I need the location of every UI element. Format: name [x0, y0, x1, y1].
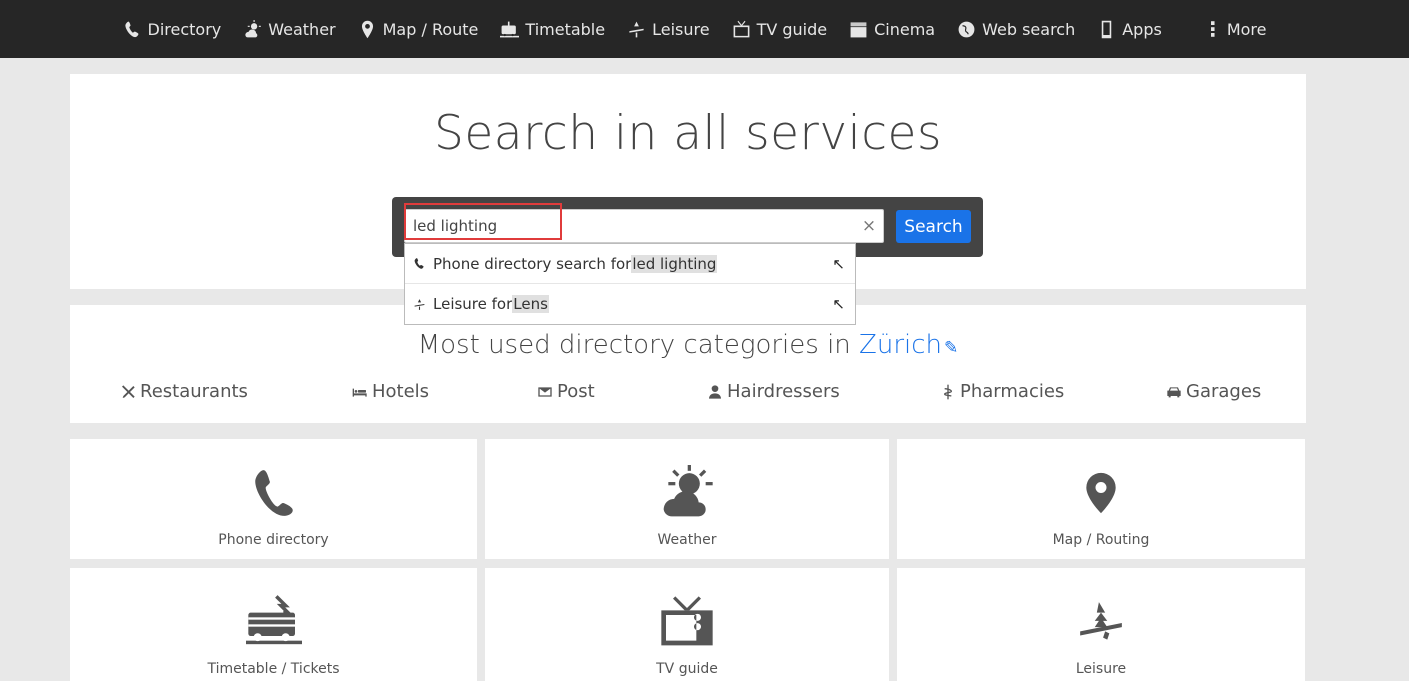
- map-pin-icon: [1086, 472, 1116, 514]
- tile-timetable-tickets[interactable]: Timetable / Tickets: [70, 568, 477, 681]
- tile-label: TV guide: [656, 661, 718, 677]
- nav-item-label: Leisure: [652, 19, 710, 39]
- nav-item-label: Directory: [147, 19, 222, 39]
- tile-label: Map / Routing: [1052, 532, 1150, 548]
- category-hairdressers[interactable]: Hairdressers: [707, 381, 840, 402]
- map-pin-icon: [361, 20, 373, 38]
- tile-label: Timetable / Tickets: [207, 661, 340, 677]
- nav-item-label: More: [1226, 19, 1267, 39]
- category-label: Pharmacies: [960, 381, 1065, 402]
- nav-item-label: Timetable: [525, 19, 606, 39]
- search-button[interactable]: Search: [896, 210, 971, 243]
- nav-item-weather[interactable]: Weather: [243, 0, 336, 58]
- tile-label: Phone directory: [218, 532, 329, 548]
- fill-arrow-icon[interactable]: ↖: [832, 295, 845, 313]
- tile-label: Leisure: [1075, 661, 1127, 677]
- clear-search-button[interactable]: ×: [860, 214, 878, 238]
- nav-item-label: Map / Route: [382, 19, 479, 39]
- nav-item-map-route[interactable]: Map / Route: [358, 0, 479, 58]
- nav-item-web-search[interactable]: Web search: [957, 0, 1075, 58]
- category-post[interactable]: Post: [537, 381, 595, 402]
- category-pharmacies[interactable]: Pharmacies: [940, 381, 1064, 402]
- phone-icon: [254, 470, 293, 516]
- nav-item-label: Apps: [1122, 19, 1162, 39]
- nav-item-label: Cinema: [874, 19, 936, 39]
- smartphone-icon: [1101, 20, 1112, 38]
- weather-icon: [245, 19, 262, 37]
- tile-label: Weather: [657, 532, 717, 548]
- nav-item-more[interactable]: ⋮ More: [1203, 0, 1267, 58]
- categories-title: Most used directory categories in Zürich…: [0, 330, 1376, 360]
- fill-arrow-icon[interactable]: ↖: [832, 255, 845, 273]
- category-label: Restaurants: [140, 381, 248, 402]
- car-icon: [1167, 386, 1181, 397]
- phone-icon: [414, 258, 424, 269]
- train-icon: [500, 21, 520, 37]
- tv-icon: [661, 596, 713, 646]
- suggestion-match: led lighting: [631, 254, 718, 273]
- tile-phone-directory[interactable]: Phone directory: [70, 439, 477, 559]
- nav-item-directory[interactable]: Directory: [123, 0, 222, 58]
- autocomplete-dropdown: Phone directory search for led lighting …: [404, 243, 856, 325]
- category-label: Garages: [1186, 381, 1262, 402]
- nav-item-label: TV guide: [756, 19, 828, 39]
- train-icon: [245, 595, 302, 645]
- category-hotels[interactable]: Hotels: [352, 381, 429, 402]
- weather-icon: [663, 465, 713, 517]
- phone-icon: [124, 21, 138, 37]
- suggestion-match: Lens: [512, 295, 549, 313]
- search-input[interactable]: [404, 209, 884, 243]
- clapperboard-icon: [850, 21, 867, 37]
- category-row: Restaurants Hotels Post Hairdressers Pha…: [70, 381, 1306, 405]
- leisure-icon: [1080, 602, 1122, 640]
- envelope-icon: [538, 386, 552, 397]
- tile-leisure[interactable]: Leisure: [897, 568, 1305, 681]
- globe-icon: [958, 21, 975, 37]
- tv-icon: [733, 20, 749, 37]
- tile-map-routing[interactable]: Map / Routing: [897, 439, 1305, 559]
- suggestion-text: Leisure for: [433, 295, 513, 313]
- suggestion-text: Phone directory search for: [433, 254, 632, 273]
- pencil-icon[interactable]: ✎: [944, 338, 958, 358]
- page-title: Search in all services: [434, 106, 942, 161]
- category-label: Hairdressers: [727, 381, 840, 402]
- leisure-icon: [629, 21, 644, 37]
- nav-item-leisure[interactable]: Leisure: [627, 0, 710, 58]
- leisure-icon: [414, 298, 425, 310]
- tile-tv-guide[interactable]: TV guide: [485, 568, 889, 681]
- categories-title-text: Most used directory categories in: [417, 330, 860, 360]
- nav-item-cinema[interactable]: Cinema: [849, 0, 935, 58]
- nav-item-label: Web search: [982, 19, 1076, 39]
- nav-item-timetable[interactable]: Timetable: [500, 0, 605, 58]
- category-label: Hotels: [372, 381, 430, 402]
- top-navigation: Directory Weather Map / Route Timetable …: [0, 0, 1409, 58]
- nav-item-tv-guide[interactable]: TV guide: [732, 0, 828, 58]
- category-restaurants[interactable]: Restaurants: [120, 381, 248, 402]
- bed-icon: [352, 388, 367, 397]
- nav-item-apps[interactable]: Apps: [1097, 0, 1162, 58]
- nav-item-label: Weather: [268, 19, 336, 39]
- caduceus-icon: [943, 384, 953, 399]
- more-vertical-icon: ⋮: [1202, 17, 1223, 41]
- category-garages[interactable]: Garages: [1166, 381, 1261, 402]
- suggestion-phone-directory[interactable]: Phone directory search for led lighting …: [405, 244, 855, 284]
- tile-weather[interactable]: Weather: [485, 439, 889, 559]
- person-icon: [709, 384, 721, 399]
- cutlery-icon: [122, 384, 135, 398]
- category-label: Post: [557, 381, 595, 402]
- suggestion-leisure[interactable]: Leisure for Lens ↖: [405, 284, 855, 324]
- city-link[interactable]: Zürich: [859, 330, 942, 360]
